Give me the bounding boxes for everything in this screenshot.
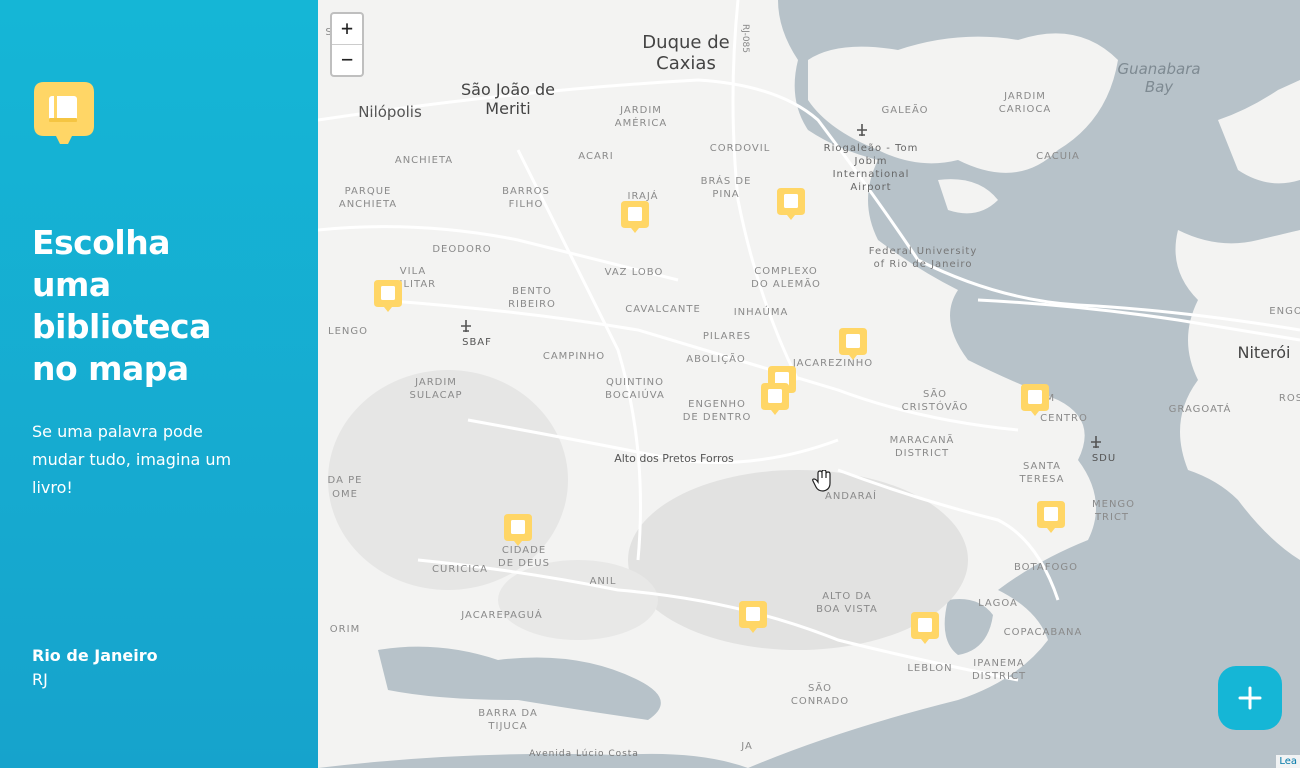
map-attribution[interactable]: Lea xyxy=(1276,755,1300,768)
library-pin[interactable] xyxy=(838,327,868,361)
map-label-orim: ORIM xyxy=(329,624,361,635)
map-label-federal-university: Federal University of Rio de Janeiro xyxy=(868,246,978,270)
map-label-jardim-america: JARDIM AMÉRICA xyxy=(614,105,668,129)
airport-icon xyxy=(461,320,471,332)
map-label-cordovil: CORDOVIL xyxy=(709,143,771,154)
map-label-alto-boa-vista: ALTO DA BOA VISTA xyxy=(816,591,878,615)
map-label-galeao: GALEÃO xyxy=(881,105,929,116)
map-label-lagoa: LAGOA xyxy=(978,598,1018,609)
library-pin[interactable] xyxy=(738,600,768,634)
map[interactable]: RJ-085 Duque de Caxias São João de Meriti… xyxy=(318,0,1300,768)
map-label-niteroi: Niterói xyxy=(1237,343,1291,362)
map-label-pilares: PILARES xyxy=(702,331,752,342)
map-label-maracana: MARACANÃ DISTRICT xyxy=(889,435,955,459)
book-marker-icon xyxy=(1037,501,1065,533)
map-label-engenho: ENGENHO DE DENTRO xyxy=(682,399,752,423)
map-label-botafogo: BOTAFOGO xyxy=(1014,562,1078,573)
map-label-da-pe: DA PE xyxy=(327,475,363,486)
sidebar: Escolha uma biblioteca no mapa Se uma pa… xyxy=(0,0,318,768)
page-subtitle: Se uma palavra pode mudar tudo, imagina … xyxy=(32,422,232,497)
map-label-cavalcante: CAVALCANTE xyxy=(625,304,701,315)
library-pin[interactable] xyxy=(620,200,650,234)
map-label-alto-pretos: Alto dos Pretos Forros xyxy=(614,452,734,465)
map-label-deodoro: DEODORO xyxy=(432,244,492,255)
page-title: Escolha uma biblioteca no mapa xyxy=(32,223,211,388)
book-marker-icon xyxy=(504,514,532,546)
book-marker-icon xyxy=(839,328,867,360)
library-pin[interactable] xyxy=(373,279,403,313)
city-name: Rio de Janeiro xyxy=(32,646,158,665)
map-label-quintino: QUINTINO BOCAIÚVA xyxy=(605,377,665,401)
map-label-sao-cristovao: SÃO CRISTÓVÃO xyxy=(901,389,969,413)
map-label-jardim-carioca: JARDIM CARIOCA xyxy=(998,91,1052,115)
map-label-andarai: ANDARAÍ xyxy=(824,491,878,502)
map-label-inhauma: INHAÚMA xyxy=(733,307,789,318)
book-marker-icon xyxy=(911,612,939,644)
map-label-bento-ribeiro: BENTO RIBEIRO xyxy=(508,286,556,310)
map-label-ipanema: IPANEMA DISTRICT xyxy=(971,658,1027,682)
library-pin[interactable] xyxy=(503,513,533,547)
map-label-jacarepagua: JACAREPAGUÁ xyxy=(461,610,543,621)
state-name: RJ xyxy=(32,670,48,689)
map-label-engo: ENGO xyxy=(1269,306,1300,317)
plus-icon xyxy=(1238,686,1262,710)
map-label-anil: ANIL xyxy=(589,576,617,587)
map-label-airport: Riogaleão - Tom Jobim International Airp… xyxy=(823,143,919,193)
map-label-sao-conrado: SÃO CONRADO xyxy=(790,683,850,707)
map-label-cacuia: CACUIA xyxy=(1036,151,1080,162)
map-label-ome: OME xyxy=(332,489,358,500)
map-label-curicica: CURICICA xyxy=(432,564,488,575)
map-label-complexo-do-alemao: COMPLEXO DO ALEMÃO xyxy=(751,266,821,290)
map-label-leblon: LEBLON xyxy=(907,663,953,674)
book-marker-icon xyxy=(1021,384,1049,416)
book-marker-icon xyxy=(374,280,402,312)
map-label-flamengo: MENGO TRICT xyxy=(1092,499,1136,523)
map-label-bras-de-pina: BRÁS DE PINA xyxy=(700,176,752,200)
book-marker-icon xyxy=(621,201,649,233)
airport-icon xyxy=(857,124,867,136)
map-label-abolicao: ABOLIÇÃO xyxy=(686,354,746,365)
map-label-realengo: LENGO xyxy=(328,326,368,337)
map-label-duque-de-caxias: Duque de Caxias xyxy=(642,32,730,74)
zoom-out-button[interactable]: − xyxy=(332,45,362,75)
library-pin[interactable] xyxy=(760,382,790,416)
map-label-acari: ACARI xyxy=(578,151,614,162)
hand-cursor-icon xyxy=(812,470,831,492)
map-label-nilopolis: Nilópolis xyxy=(358,103,422,121)
zoom-in-button[interactable]: + xyxy=(332,14,362,45)
map-label-barra-tijuca: BARRA DA TIJUCA xyxy=(478,708,538,732)
location: Rio de Janeiro RJ xyxy=(32,644,158,692)
map-label-sao-joao-de-meriti: São João de Meriti xyxy=(460,80,556,118)
map-label-santa-teresa: SANTA TERESA xyxy=(1019,461,1065,485)
map-label-guanabara-bay: Guanabara Bay xyxy=(1117,60,1201,96)
add-library-button[interactable] xyxy=(1218,666,1282,730)
map-label-copacabana: COPACABANA xyxy=(1003,627,1083,638)
book-marker-icon xyxy=(777,188,805,220)
map-label-ros: ROS xyxy=(1278,393,1300,404)
map-label-jardim-sulacap: JARDIM SULACAP xyxy=(409,377,463,401)
library-pin[interactable] xyxy=(776,187,806,221)
map-label-anchieta: ANCHIETA xyxy=(394,155,454,166)
book-marker-icon xyxy=(761,383,789,415)
map-label-vaz-lobo: VAZ LOBO xyxy=(604,267,664,278)
airport-icon xyxy=(1091,436,1101,448)
book-marker-icon xyxy=(739,601,767,633)
map-label-cidade-de-deus: CIDADE DE DEUS xyxy=(498,545,550,569)
library-pin[interactable] xyxy=(910,611,940,645)
map-label-sbaf: SBAF xyxy=(462,337,492,348)
map-label-barros-filho: BARROS FILHO xyxy=(502,186,550,210)
map-label-ja: JA xyxy=(741,741,753,752)
map-label-campinho: CAMPINHO xyxy=(542,351,606,362)
book-logo-icon xyxy=(34,82,94,144)
map-label-parque-anchieta: PARQUE ANCHIETA xyxy=(338,186,398,210)
library-pin[interactable] xyxy=(1036,500,1066,534)
map-label-sdu: SDU xyxy=(1091,453,1117,464)
map-label-avenida-lucio: Avenida Lúcio Costa xyxy=(529,749,639,759)
road-rj085-label: RJ-085 xyxy=(740,24,750,53)
library-pin[interactable] xyxy=(1020,383,1050,417)
map-label-gragoata: GRAGOATÁ xyxy=(1168,404,1232,415)
zoom-control: + − xyxy=(330,12,364,77)
